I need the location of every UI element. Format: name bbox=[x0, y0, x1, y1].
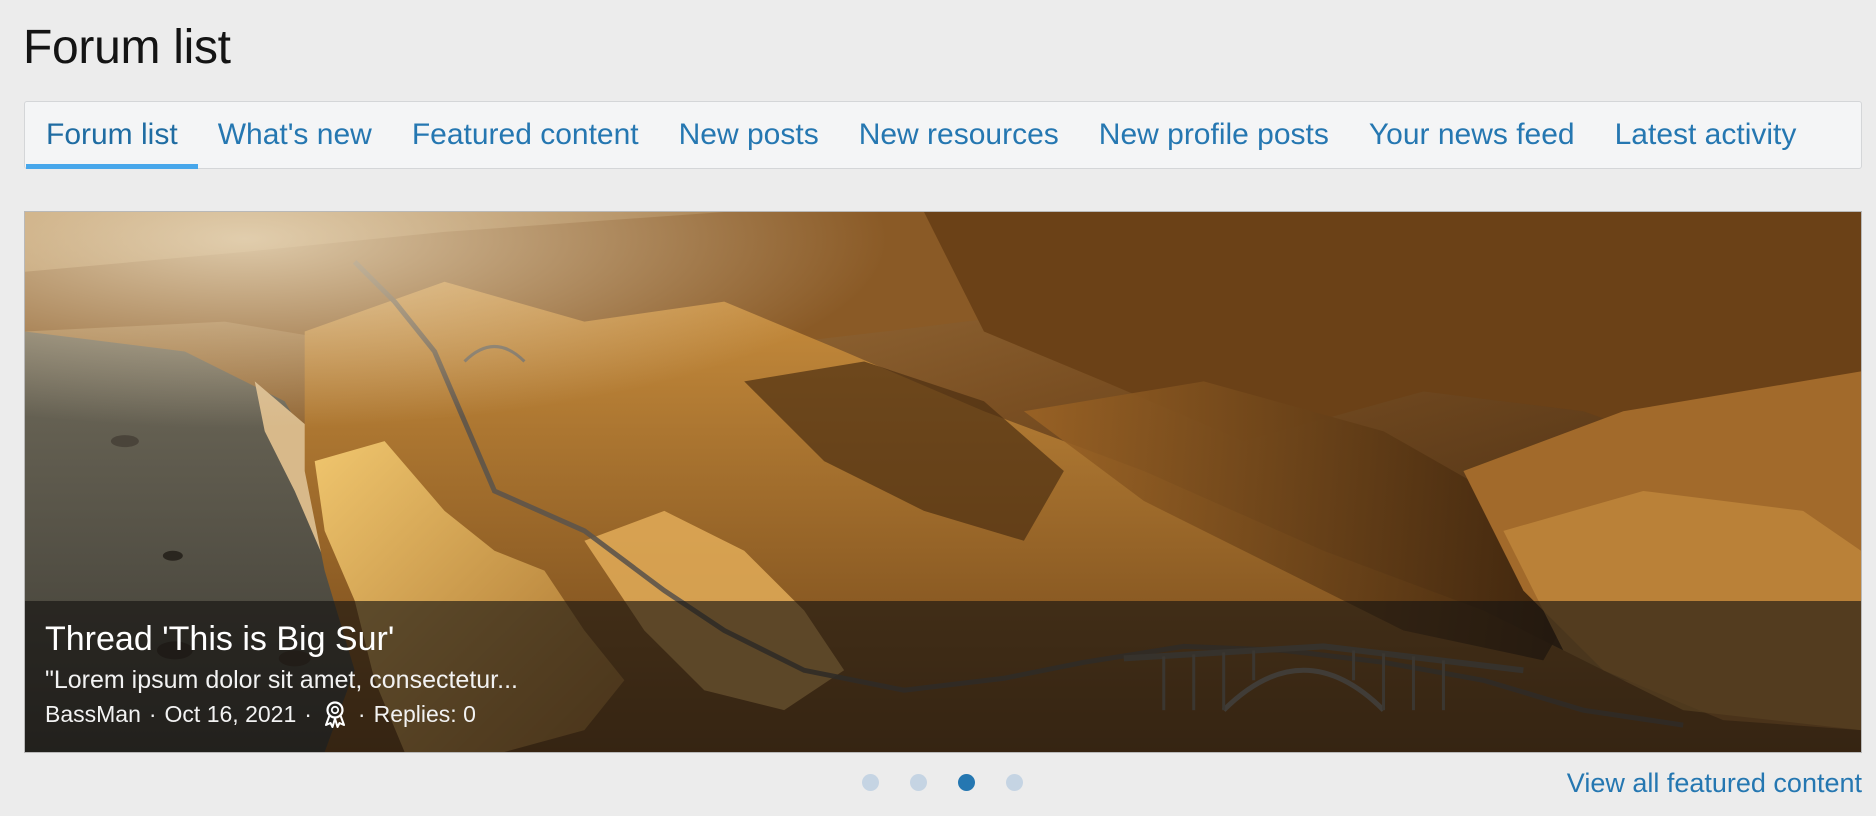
meta-separator: · bbox=[304, 701, 312, 727]
tab-new-posts[interactable]: New posts bbox=[659, 102, 839, 168]
featured-date[interactable]: Oct 16, 2021 bbox=[165, 700, 297, 728]
award-icon bbox=[322, 700, 348, 728]
page: Forum list Forum list What's new Feature… bbox=[0, 0, 1876, 816]
tab-new-resources[interactable]: New resources bbox=[839, 102, 1079, 168]
tab-whats-new[interactable]: What's new bbox=[198, 102, 392, 168]
featured-replies: Replies: 0 bbox=[373, 701, 476, 727]
featured-caption[interactable]: Thread 'This is Big Sur' "Lorem ipsum do… bbox=[25, 601, 1861, 752]
featured-snippet: "Lorem ipsum dolor sit amet, consectetur… bbox=[45, 666, 518, 694]
meta-separator: · bbox=[357, 701, 366, 727]
featured-author[interactable]: BassMan bbox=[45, 700, 141, 728]
carousel-dot-3[interactable] bbox=[958, 774, 975, 791]
tab-new-profile-posts[interactable]: New profile posts bbox=[1079, 102, 1349, 168]
tab-featured-content[interactable]: Featured content bbox=[392, 102, 659, 168]
featured-meta: BassMan · Oct 16, 2021 · · Replies: 0 bbox=[45, 700, 1841, 728]
carousel-dot-4[interactable] bbox=[1006, 774, 1023, 791]
tab-bar: Forum list What's new Featured content N… bbox=[24, 101, 1862, 169]
page-title: Forum list bbox=[23, 21, 231, 74]
featured-title[interactable]: Thread 'This is Big Sur' bbox=[45, 619, 1841, 659]
featured-carousel[interactable]: Thread 'This is Big Sur' "Lorem ipsum do… bbox=[24, 211, 1862, 753]
tab-your-news-feed[interactable]: Your news feed bbox=[1349, 102, 1595, 168]
meta-separator: · bbox=[148, 701, 157, 727]
tab-forum-list[interactable]: Forum list bbox=[26, 102, 198, 169]
carousel-dot-2[interactable] bbox=[910, 774, 927, 791]
tab-latest-activity[interactable]: Latest activity bbox=[1595, 102, 1817, 168]
view-all-featured-link[interactable]: View all featured content bbox=[1567, 768, 1862, 799]
carousel-pagination bbox=[862, 774, 1023, 791]
carousel-dot-1[interactable] bbox=[862, 774, 879, 791]
